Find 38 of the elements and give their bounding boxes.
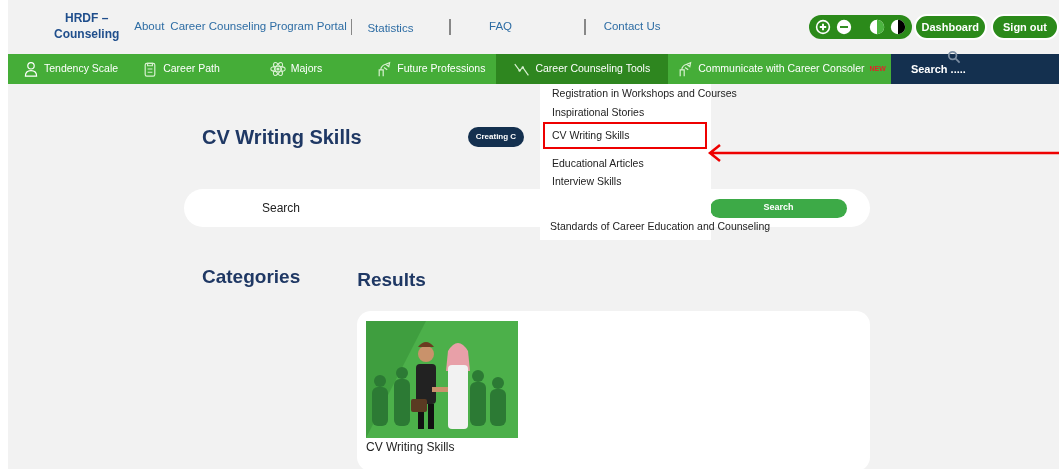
menu-tab[interactable]: Majors	[264, 54, 328, 84]
top-button[interactable]: Sign out	[991, 14, 1059, 40]
top-button[interactable]: Dashboard	[913, 14, 987, 40]
search-box[interactable]: Search .....	[890, 54, 1059, 84]
graph-icon	[514, 61, 531, 77]
sprout-icon	[376, 61, 393, 77]
menu-tab[interactable]: Future Professions	[371, 54, 491, 84]
brand-text: Counseling	[52, 27, 121, 43]
menu-tab[interactable]: Career Counseling Tools	[496, 54, 669, 84]
nav-link[interactable]: Statistics	[367, 20, 414, 38]
atom-icon	[269, 61, 286, 77]
nav-link[interactable]: FAQ	[489, 18, 512, 36]
search-field[interactable]: Search	[184, 198, 604, 218]
categories-heading: Categories	[202, 265, 301, 289]
zoom-in-icon[interactable]	[814, 19, 831, 35]
zoom-out-icon[interactable]	[835, 19, 852, 35]
nav-link[interactable]: Contact Us	[603, 18, 661, 36]
results-heading: Results	[357, 268, 426, 292]
tag: Creating C	[467, 127, 525, 147]
search-button[interactable]: Search	[710, 198, 847, 218]
contrast-icon[interactable]	[889, 19, 906, 35]
dropdown-item[interactable]: Registration in Workshops and Courses	[552, 87, 737, 100]
menu-tab[interactable]: Career Path	[137, 54, 225, 84]
result-title: CV Writing Skills	[366, 438, 456, 456]
sprout-icon	[677, 61, 694, 77]
result-card[interactable]: CV Writing Skills	[357, 310, 870, 469]
brand-text: HRDF –	[63, 11, 110, 27]
search-icon	[946, 50, 961, 64]
menu-tab[interactable]: Tendency Scale	[18, 54, 124, 84]
nav-link[interactable]: Career Counseling Program Portal	[170, 18, 347, 36]
dropdown-item[interactable]: CV Writing Skills	[545, 124, 705, 147]
nav-link[interactable]: About	[134, 18, 165, 36]
person-icon	[23, 61, 39, 77]
dropdown-item[interactable]: Educational Articles	[552, 156, 644, 170]
search-placeholder: Search .....	[910, 61, 966, 77]
dropdown-item[interactable]: Interview Skills	[552, 175, 622, 188]
page-title: CV Writing Skills	[202, 125, 362, 150]
dropdown-item[interactable]: Inspirational Stories	[552, 105, 645, 119]
